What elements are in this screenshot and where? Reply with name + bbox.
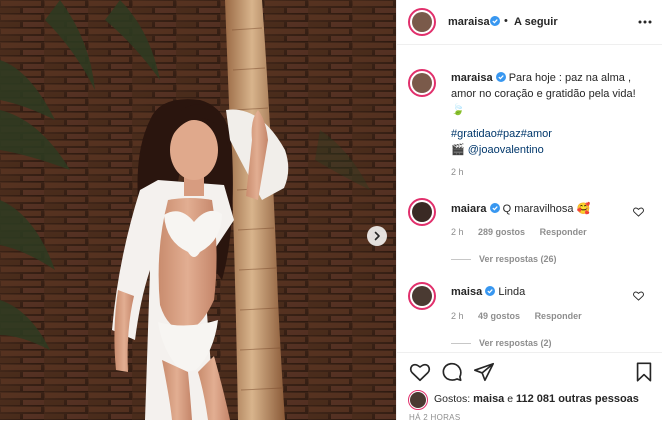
hashtag-amor[interactable]: #amor [521, 128, 552, 140]
caption-author-username[interactable]: maraisa [451, 72, 493, 84]
following-button[interactable]: A seguir [514, 16, 558, 28]
mention-joaovalentino[interactable]: @joaovalentino [468, 144, 544, 156]
instagram-post-view: maraisa • A seguir maraisa Para hoje : p… [0, 0, 662, 422]
post-photo-illustration [0, 0, 396, 420]
verified-badge-icon [485, 286, 496, 296]
liker-avatar[interactable] [408, 390, 428, 410]
verified-badge-icon [489, 203, 500, 213]
hashtag-gratidao[interactable]: #gratidao [451, 128, 497, 140]
post-age[interactable]: HÁ 2 HORAS [409, 413, 460, 422]
comment-username[interactable]: maiara [451, 203, 486, 215]
smiling-face-emoji: 🥰 [576, 203, 591, 215]
comment-likes-count[interactable]: 289 gostos [478, 227, 525, 237]
caption-line-1: Para hoje : paz na alma , [508, 72, 632, 84]
chevron-right-icon [374, 231, 380, 241]
comment-avatar-maisa[interactable] [408, 282, 436, 310]
comment-like-heart-icon[interactable] [633, 207, 644, 217]
clapper-emoji: 🎬 [451, 144, 465, 156]
comment-maisa: maisa Linda [451, 286, 525, 298]
reply-button[interactable]: Responder [535, 311, 582, 321]
likes-prefix: Gostos: [434, 393, 471, 405]
comment-text: Q maravilhosa [502, 203, 574, 215]
post-photo[interactable] [0, 0, 396, 420]
comment-avatar-maiara[interactable] [408, 198, 436, 226]
comment-icon[interactable] [441, 361, 463, 383]
author-avatar[interactable] [408, 8, 436, 36]
comment-like-heart-icon[interactable] [633, 291, 644, 301]
view-replies-label[interactable]: Ver respostas (2) [479, 338, 552, 348]
carousel-next-button[interactable] [367, 226, 387, 246]
replies-divider [451, 343, 471, 345]
other-likers-count[interactable]: 112 081 outras pessoas [516, 393, 639, 405]
replies-divider [451, 259, 471, 261]
view-replies-maiara[interactable]: Ver respostas (26) [451, 254, 557, 264]
comment-likes-count[interactable]: 49 gostos [478, 311, 520, 321]
hashtag-paz[interactable]: #paz [497, 128, 521, 140]
comment-username[interactable]: maisa [451, 286, 482, 298]
reply-button[interactable]: Responder [540, 227, 587, 237]
post-header: maraisa • A seguir [397, 0, 662, 45]
comment-time[interactable]: 2 h [451, 311, 464, 321]
bookmark-icon[interactable] [633, 361, 655, 383]
comment-meta-maisa: 2 h 49 gostos Responder [451, 311, 582, 321]
caption-line-2: amor no coração e gratidão pela vida! [451, 88, 636, 100]
verified-badge-icon [490, 16, 500, 26]
first-liker-username[interactable]: maisa [473, 393, 504, 405]
post-side-panel: maraisa • A seguir maraisa Para hoje : p… [396, 0, 662, 422]
comment-meta-maiara: 2 h 289 gostos Responder [451, 227, 587, 237]
heart-icon[interactable] [409, 361, 431, 383]
view-replies-label[interactable]: Ver respostas (26) [479, 254, 557, 264]
likes-summary: Gostos: maisa e 112 081 outras pessoas [434, 393, 639, 405]
post-actions-bar: Gostos: maisa e 112 081 outras pessoas H… [397, 352, 662, 422]
likes-connector: e [507, 393, 514, 405]
comment-maiara: maiara Q maravilhosa 🥰 [451, 202, 590, 215]
caption-timestamp[interactable]: 2 h [451, 164, 656, 180]
header-separator: • [504, 15, 508, 27]
share-icon[interactable] [473, 361, 495, 383]
caption-author-avatar[interactable] [408, 69, 436, 97]
comment-time[interactable]: 2 h [451, 227, 464, 237]
author-username[interactable]: maraisa [448, 16, 490, 28]
more-horizontal-icon[interactable] [638, 20, 652, 24]
view-replies-maisa[interactable]: Ver respostas (2) [451, 338, 552, 348]
post-caption: maraisa Para hoje : paz na alma , amor n… [451, 70, 656, 180]
comment-text: Linda [498, 286, 526, 298]
verified-badge-icon [495, 72, 506, 82]
leaf-emoji: 🍃 [451, 104, 465, 116]
